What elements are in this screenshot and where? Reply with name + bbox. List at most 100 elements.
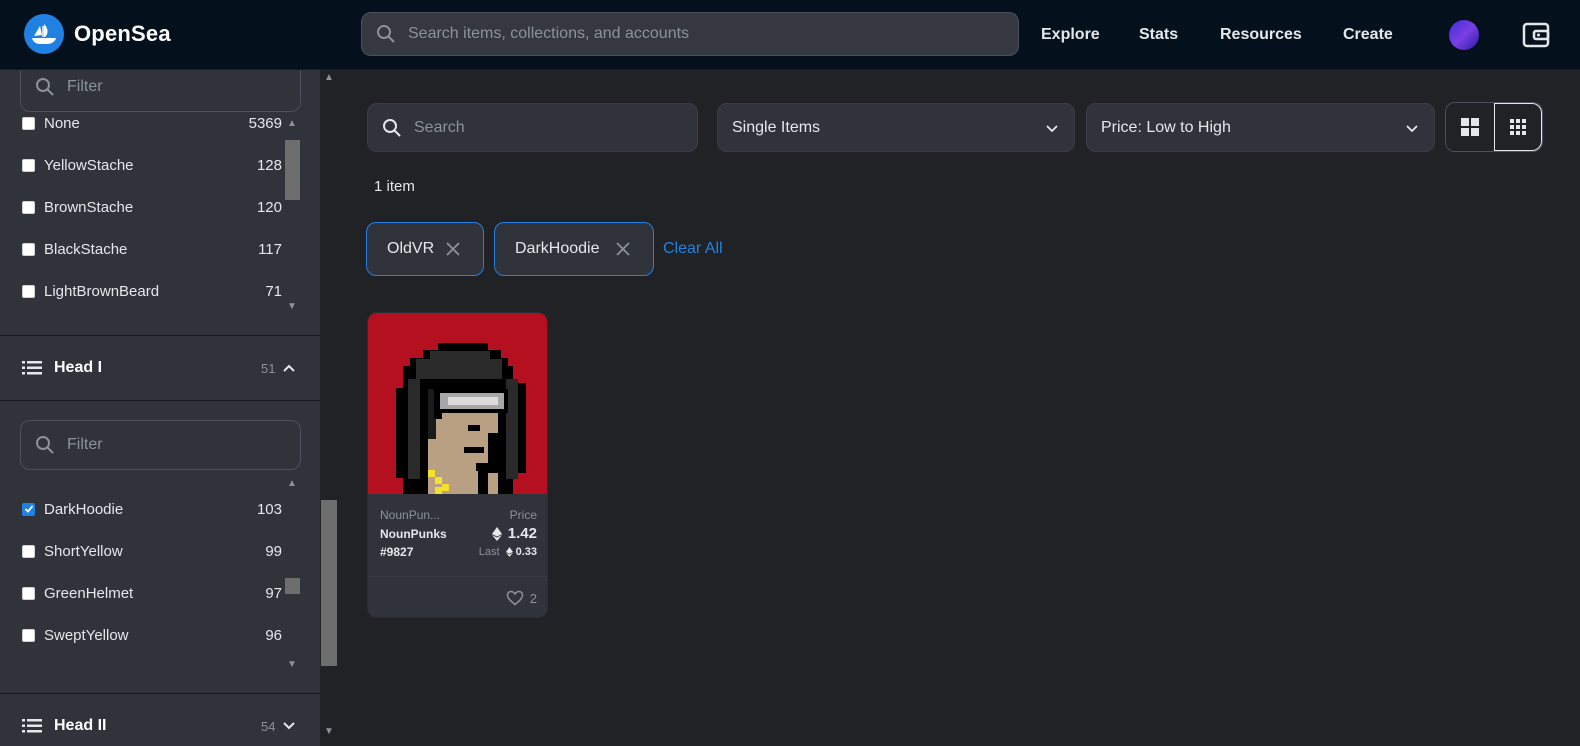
scroll-down-arrow-icon[interactable]: ▼ <box>287 301 297 312</box>
checkbox[interactable] <box>22 116 35 130</box>
wallet-icon[interactable] <box>1521 20 1551 50</box>
brand-name: OpenSea <box>74 21 171 46</box>
checkbox[interactable] <box>22 544 35 558</box>
favorite-button[interactable]: 2 <box>506 590 537 606</box>
checkbox[interactable] <box>22 586 35 600</box>
option-count: 96 <box>265 626 282 644</box>
scroll-down-arrow-icon[interactable]: ▼ <box>287 659 297 670</box>
section-count: 54 <box>261 718 276 734</box>
scroll-up-arrow-icon[interactable]: ▲ <box>287 118 297 129</box>
price-value: 1.42 <box>491 525 537 542</box>
filter-option[interactable]: GreenHelmet 97 <box>22 581 282 605</box>
items-search-box[interactable] <box>367 103 698 152</box>
section-count: 51 <box>261 360 276 376</box>
chevron-down-icon <box>1046 125 1058 133</box>
head-i-filter-input-box[interactable] <box>20 420 301 470</box>
filter-option[interactable]: SweptYellow 96 <box>22 623 282 647</box>
opensea-logo[interactable]: OpenSea <box>24 14 171 54</box>
profile-avatar[interactable] <box>1449 20 1479 50</box>
grid-view-toggle <box>1445 102 1543 152</box>
nft-name[interactable]: NounPunks #9827 <box>380 525 470 561</box>
top-navbar: OpenSea Explore Stats Resources Create <box>0 0 1580 70</box>
global-search-bar[interactable] <box>361 12 1019 56</box>
nav-stats[interactable]: Stats <box>1139 0 1178 70</box>
search-icon <box>36 436 54 454</box>
items-search-input[interactable] <box>414 118 674 137</box>
nft-card-footer: 2 <box>368 576 547 617</box>
head-i-filter-input[interactable] <box>67 436 267 454</box>
checkbox[interactable] <box>22 628 35 642</box>
option-label: ShortYellow <box>44 542 123 560</box>
last-sale: Last 0.33 <box>479 546 537 558</box>
checkbox[interactable] <box>22 200 35 214</box>
chevron-down-icon <box>1406 125 1418 133</box>
search-icon <box>36 78 54 96</box>
nav-explore[interactable]: Explore <box>1041 0 1100 70</box>
list-scrollbar-thumb[interactable] <box>285 140 300 200</box>
facial-hair-filter-input-box[interactable] <box>20 70 301 112</box>
checkbox[interactable] <box>22 284 35 298</box>
compact-grid-icon <box>1509 119 1526 135</box>
sidebar-scrollbar-thumb[interactable] <box>321 500 337 666</box>
filter-option[interactable]: BlackStache 117 <box>22 237 282 261</box>
option-count: 71 <box>265 282 282 300</box>
nft-card[interactable]: NounPun... NounPunks #9827 Price 1.42 La… <box>367 312 548 618</box>
check-icon <box>24 505 33 513</box>
list-icon <box>22 361 42 375</box>
list-scrollbar-thumb[interactable] <box>285 578 300 594</box>
filter-option[interactable]: ShortYellow 99 <box>22 539 282 563</box>
scroll-down-arrow-icon[interactable]: ▼ <box>324 726 334 737</box>
option-count: 99 <box>265 542 282 560</box>
price-label: Price <box>509 508 537 522</box>
filter-sidebar: None 5369 YellowStache 128 BrownStache 1… <box>0 70 338 746</box>
scroll-up-arrow-icon[interactable]: ▲ <box>324 72 334 83</box>
compact-grid-button[interactable] <box>1493 103 1542 151</box>
large-grid-button[interactable] <box>1446 103 1494 151</box>
active-filter-pill[interactable]: DarkHoodie <box>494 222 654 276</box>
option-label: None <box>44 114 80 132</box>
option-count: 103 <box>256 500 282 518</box>
section-title: Head I <box>54 359 103 376</box>
filter-option-darkhoodie[interactable]: DarkHoodie 103 <box>22 497 282 521</box>
search-icon <box>377 25 395 43</box>
option-count: 97 <box>265 584 282 602</box>
checkbox[interactable] <box>22 158 35 172</box>
list-icon <box>22 719 42 733</box>
punk-avatar-image <box>396 343 526 494</box>
scroll-up-arrow-icon[interactable]: ▲ <box>287 478 297 489</box>
nav-create[interactable]: Create <box>1343 0 1393 70</box>
head-i-section-header[interactable]: Head I 51 <box>0 335 320 401</box>
last-price: 0.33 <box>515 546 537 558</box>
facial-hair-filter-input[interactable] <box>67 78 267 96</box>
heart-icon <box>506 590 524 606</box>
option-label: BlackStache <box>44 240 128 258</box>
pill-label: DarkHoodie <box>515 240 600 257</box>
checkbox-checked[interactable] <box>22 502 35 516</box>
sort-value: Price: Low to High <box>1101 118 1231 136</box>
sort-select[interactable]: Price: Low to High <box>1086 103 1435 152</box>
large-grid-icon <box>1460 118 1479 136</box>
active-filter-pill[interactable]: OldVR <box>366 222 484 276</box>
clear-all-link[interactable]: Clear All <box>663 240 723 258</box>
nft-image[interactable] <box>368 313 547 494</box>
close-icon[interactable] <box>445 241 461 257</box>
option-count: 117 <box>258 240 282 258</box>
filter-option[interactable]: BrownStache 120 <box>22 195 282 219</box>
filter-option[interactable]: LightBrownBeard 71 <box>22 279 282 303</box>
close-icon[interactable] <box>615 241 631 257</box>
item-type-value: Single Items <box>732 118 821 136</box>
nav-resources[interactable]: Resources <box>1220 0 1302 70</box>
filter-option[interactable]: None 5369 <box>22 111 282 135</box>
filter-option[interactable]: YellowStache 128 <box>22 153 282 177</box>
chevron-up-icon <box>283 364 295 372</box>
like-count: 2 <box>529 590 537 606</box>
item-count: 1 item <box>374 178 415 195</box>
item-type-select[interactable]: Single Items <box>717 103 1075 152</box>
checkbox[interactable] <box>22 242 35 256</box>
option-label: BrownStache <box>44 198 134 216</box>
head-ii-section-header[interactable]: Head II 54 <box>0 693 320 746</box>
ethereum-icon <box>491 526 502 541</box>
collection-name[interactable]: NounPun... <box>380 508 440 522</box>
option-label: SweptYellow <box>44 626 129 644</box>
global-search-input[interactable] <box>408 25 968 43</box>
